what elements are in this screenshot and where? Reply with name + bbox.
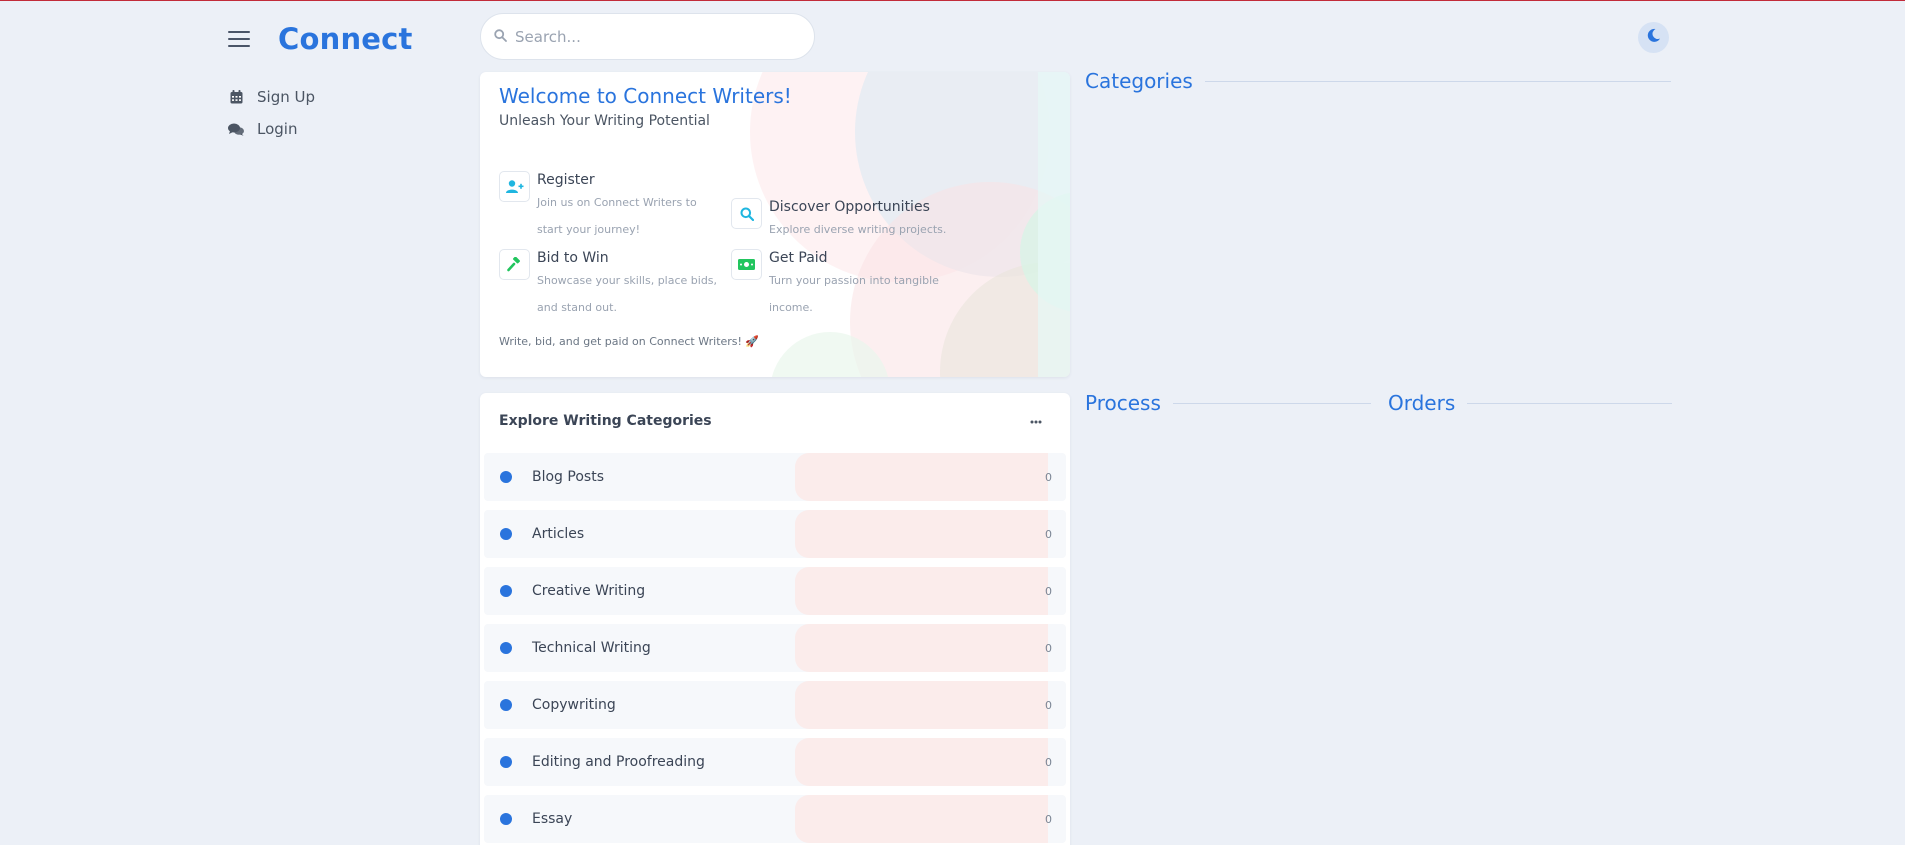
category-bar xyxy=(795,738,1048,786)
user-plus-icon xyxy=(499,171,530,202)
feature-description: Turn your passion into tangible income. xyxy=(769,274,939,314)
category-bar xyxy=(795,453,1048,501)
bullet-icon xyxy=(500,585,512,597)
bullet-icon xyxy=(500,813,512,825)
bullet-icon xyxy=(500,642,512,654)
feature-description: Explore diverse writing projects. xyxy=(769,223,947,236)
section-title: Orders xyxy=(1388,391,1456,415)
welcome-footer: Write, bid, and get paid on Connect Writ… xyxy=(499,335,760,348)
category-name: Creative Writing xyxy=(532,583,646,599)
more-options-icon[interactable] xyxy=(1025,415,1047,429)
category-item-technical-writing[interactable]: Technical Writing 0 xyxy=(484,624,1066,672)
process-section-header: Process xyxy=(1085,391,1371,415)
bullet-icon xyxy=(500,528,512,540)
sidebar-nav: Sign Up Login xyxy=(228,81,315,145)
welcome-card: Welcome to Connect Writers! Unleash Your… xyxy=(480,72,1070,377)
explore-categories-card: Explore Writing Categories Blog Posts 0 … xyxy=(480,393,1070,845)
bullet-icon xyxy=(500,756,512,768)
category-list: Blog Posts 0 Articles 0 Creative Writing… xyxy=(484,453,1066,845)
feature-title: Get Paid xyxy=(769,250,828,266)
sidebar-item-label: Login xyxy=(257,120,298,138)
card-title: Explore Writing Categories xyxy=(499,413,712,429)
bullet-icon xyxy=(500,699,512,711)
search-icon xyxy=(494,27,507,46)
sidebar-item-sign-up[interactable]: Sign Up xyxy=(228,81,315,113)
feature-discover: Discover Opportunities Explore diverse w… xyxy=(731,198,954,243)
feature-bid: Bid to Win Showcase your skills, place b… xyxy=(499,249,722,321)
comments-icon xyxy=(228,121,244,137)
category-name: Essay xyxy=(532,811,573,827)
feature-title: Register xyxy=(537,172,595,188)
search-bar xyxy=(480,13,815,60)
hamburger-menu-icon[interactable] xyxy=(228,31,250,47)
category-item-copywriting[interactable]: Copywriting 0 xyxy=(484,681,1066,729)
category-bar xyxy=(795,795,1048,843)
section-title: Categories xyxy=(1085,69,1193,93)
orders-section-header: Orders xyxy=(1388,391,1673,415)
bullet-icon xyxy=(500,471,512,483)
feature-title: Discover Opportunities xyxy=(769,199,930,215)
category-item-blog-posts[interactable]: Blog Posts 0 xyxy=(484,453,1066,501)
category-bar xyxy=(795,624,1048,672)
welcome-subtitle: Unleash Your Writing Potential xyxy=(499,113,710,129)
dark-mode-toggle[interactable] xyxy=(1638,22,1669,53)
calendar-icon xyxy=(228,89,244,105)
feature-get-paid: Get Paid Turn your passion into tangible… xyxy=(731,249,954,321)
category-count: 0 xyxy=(1045,641,1052,655)
money-icon xyxy=(731,249,762,280)
category-item-articles[interactable]: Articles 0 xyxy=(484,510,1066,558)
category-name: Editing and Proofreading xyxy=(532,754,705,770)
search-input[interactable] xyxy=(515,27,785,46)
category-count: 0 xyxy=(1045,698,1052,712)
category-item-editing-proofreading[interactable]: Editing and Proofreading 0 xyxy=(484,738,1066,786)
brand-row: Connect xyxy=(228,15,413,63)
search-icon xyxy=(731,198,762,229)
feature-description: Showcase your skills, place bids, and st… xyxy=(537,274,718,314)
divider xyxy=(1204,80,1671,82)
divider xyxy=(1467,402,1673,404)
app-logo[interactable]: Connect xyxy=(278,22,413,56)
category-name: Articles xyxy=(532,526,585,542)
category-count: 0 xyxy=(1045,755,1052,769)
feature-title: Bid to Win xyxy=(537,250,609,266)
category-count: 0 xyxy=(1045,812,1052,826)
category-bar xyxy=(795,567,1048,615)
feature-description: Join us on Connect Writers to start your… xyxy=(537,196,697,236)
category-count: 0 xyxy=(1045,527,1052,541)
category-bar xyxy=(795,510,1048,558)
divider xyxy=(1172,402,1371,404)
category-item-essay[interactable]: Essay 0 xyxy=(484,795,1066,843)
category-name: Copywriting xyxy=(532,697,616,713)
categories-section-header: Categories xyxy=(1085,69,1671,93)
category-name: Blog Posts xyxy=(532,469,604,485)
category-count: 0 xyxy=(1045,584,1052,598)
feature-register: Register Join us on Connect Writers to s… xyxy=(499,171,722,243)
sidebar-item-label: Sign Up xyxy=(257,88,315,106)
section-title: Process xyxy=(1085,391,1161,415)
welcome-title: Welcome to Connect Writers! xyxy=(499,84,792,108)
sidebar-item-login[interactable]: Login xyxy=(228,113,315,145)
category-item-creative-writing[interactable]: Creative Writing 0 xyxy=(484,567,1066,615)
category-name: Technical Writing xyxy=(532,640,651,656)
category-bar xyxy=(795,681,1048,729)
category-count: 0 xyxy=(1045,470,1052,484)
gavel-icon xyxy=(499,249,530,280)
moon-icon xyxy=(1646,28,1661,47)
